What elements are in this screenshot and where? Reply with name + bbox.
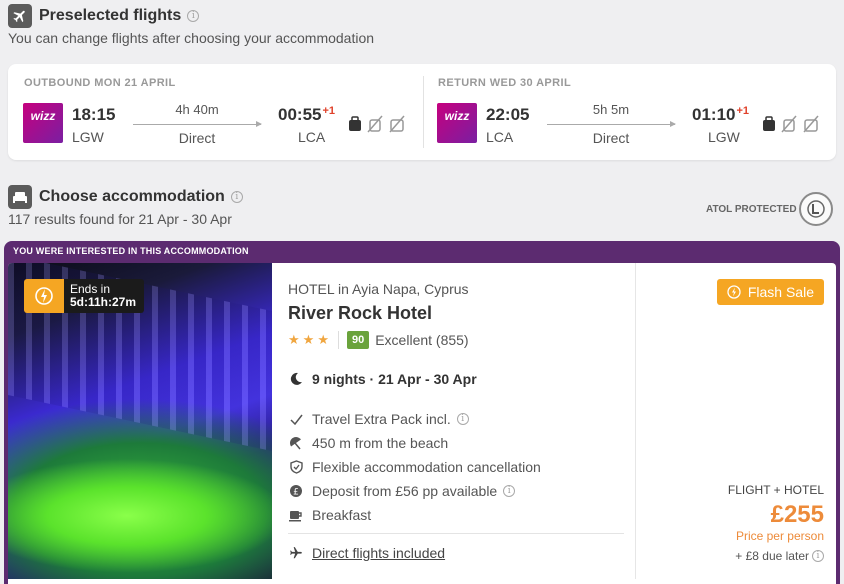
interested-banner: YOU WERE INTERESTED IN THIS ACCOMMODATIO…: [13, 246, 249, 256]
star-icon: ★: [288, 332, 300, 347]
flight-stops: Direct: [592, 130, 630, 146]
plane-icon: [8, 4, 32, 28]
feature-travel-extra: Travel Extra Pack incl. i: [288, 411, 469, 427]
plus-day: +1: [736, 105, 750, 117]
hotel-info: HOTEL in Ayia Napa, Cyprus River Rock Ho…: [284, 263, 634, 579]
interested-accommodation-frame: YOU WERE INTERESTED IN THIS ACCOMMODATIO…: [4, 241, 840, 584]
accommodation-section-header: Choose accommodation i: [8, 185, 243, 209]
stay-details: 9 nights · 21 Apr - 30 Apr: [288, 371, 477, 387]
flight-duration: 5h 5m: [592, 102, 630, 117]
return-leg: RETURN WED 30 APRIL wizz 22:05 LCA 5h 5m…: [422, 64, 836, 160]
bag-icon: [349, 116, 361, 131]
results-count: 117 results found for 21 Apr - 30 Apr: [8, 211, 232, 227]
hotel-card[interactable]: Ends in 5d:11h:27m HOTEL in Ayia Napa, C…: [8, 263, 836, 584]
hotel-type-location: HOTEL in Ayia Napa, Cyprus: [288, 281, 469, 297]
return-label: RETURN WED 30 APRIL: [438, 77, 572, 89]
baggage-icons: [762, 115, 820, 133]
timer-value: 5d:11h:27m: [70, 295, 137, 309]
departure-airport: LCA: [486, 129, 514, 145]
info-icon[interactable]: i: [456, 413, 469, 425]
info-icon[interactable]: i: [230, 191, 243, 203]
no-cabin-bag-icon: [781, 115, 797, 133]
bed-icon: [8, 185, 32, 209]
flights-section-header: Preselected flights i: [8, 4, 200, 28]
direct-flights-link[interactable]: Direct flights included: [288, 545, 445, 561]
departure-airport: LGW: [72, 129, 104, 145]
due-later: + £8 due later i: [735, 549, 824, 563]
flight-duration: 4h 40m: [175, 102, 219, 117]
check-icon: [288, 411, 304, 427]
flight-stops: Direct: [178, 130, 216, 146]
shield-icon: [288, 459, 304, 475]
price-column: Flash Sale FLIGHT + HOTEL £255 Price per…: [635, 263, 836, 579]
baggage-icons: [348, 115, 406, 133]
departure-time: 22:05: [486, 105, 530, 124]
moon-icon: [288, 371, 304, 387]
price-per-person-note: Price per person: [735, 529, 824, 543]
no-hold-bag-icon: [389, 115, 405, 133]
atol-logo-icon: [799, 192, 833, 226]
star-icon: ★: [317, 332, 329, 347]
flights-section-subtitle: You can change flights after choosing yo…: [8, 30, 375, 46]
arrival-time: 01:10+1: [692, 105, 750, 124]
rating-row: ★ ★ ★ 90 Excellent (855): [288, 331, 469, 349]
feature-deposit: £ Deposit from £56 pp available i: [288, 483, 516, 499]
breakfast-icon: [288, 507, 304, 523]
outbound-label: OUTBOUND MON 21 APRIL: [24, 77, 176, 89]
info-icon[interactable]: i: [812, 550, 824, 562]
info-icon[interactable]: i: [503, 485, 516, 497]
flights-section-title: Preselected flights: [39, 7, 182, 24]
bolt-icon: [727, 285, 741, 299]
plus-day: +1: [322, 105, 336, 117]
atol-label: ATOL PROTECTED: [706, 204, 797, 215]
price-label: FLIGHT + HOTEL: [727, 483, 824, 497]
flights-card: OUTBOUND MON 21 APRIL wizz 18:15 LGW 4h …: [8, 64, 836, 160]
bag-icon: [763, 116, 775, 131]
countdown-timer: Ends in 5d:11h:27m: [24, 279, 145, 313]
svg-text:£: £: [293, 488, 299, 498]
divider: [288, 533, 624, 534]
airline-logo: wizz: [23, 103, 63, 143]
flash-sale-badge: Flash Sale: [716, 279, 824, 305]
arrival-time: 00:55+1: [278, 105, 336, 124]
plane-icon: [288, 545, 304, 561]
star-icon: ★: [302, 332, 315, 347]
beach-umbrella-icon: [288, 435, 304, 451]
review-score-text[interactable]: Excellent (855): [375, 332, 468, 348]
bolt-icon: [24, 279, 64, 313]
feature-cancellation: Flexible accommodation cancellation: [288, 459, 541, 475]
info-icon[interactable]: i: [187, 10, 200, 22]
airline-logo: wizz: [437, 103, 477, 143]
route-arrow: [133, 121, 262, 127]
outbound-leg: OUTBOUND MON 21 APRIL wizz 18:15 LGW 4h …: [8, 64, 422, 160]
no-cabin-bag-icon: [367, 115, 383, 133]
price: £255: [770, 501, 824, 528]
hotel-name[interactable]: River Rock Hotel: [288, 303, 432, 324]
arrival-airport: LGW: [708, 129, 740, 145]
departure-time: 18:15: [72, 105, 116, 124]
no-hold-bag-icon: [803, 115, 819, 133]
route-arrow: [547, 121, 676, 127]
feature-beach-distance: 450 m from the beach: [288, 435, 448, 451]
deposit-icon: £: [288, 483, 304, 499]
arrival-airport: LCA: [298, 129, 326, 145]
review-score: 90: [346, 331, 370, 349]
accommodation-section-title: Choose accommodation: [39, 188, 225, 205]
hotel-photo[interactable]: Ends in 5d:11h:27m: [8, 263, 272, 579]
feature-breakfast: Breakfast: [288, 507, 371, 523]
